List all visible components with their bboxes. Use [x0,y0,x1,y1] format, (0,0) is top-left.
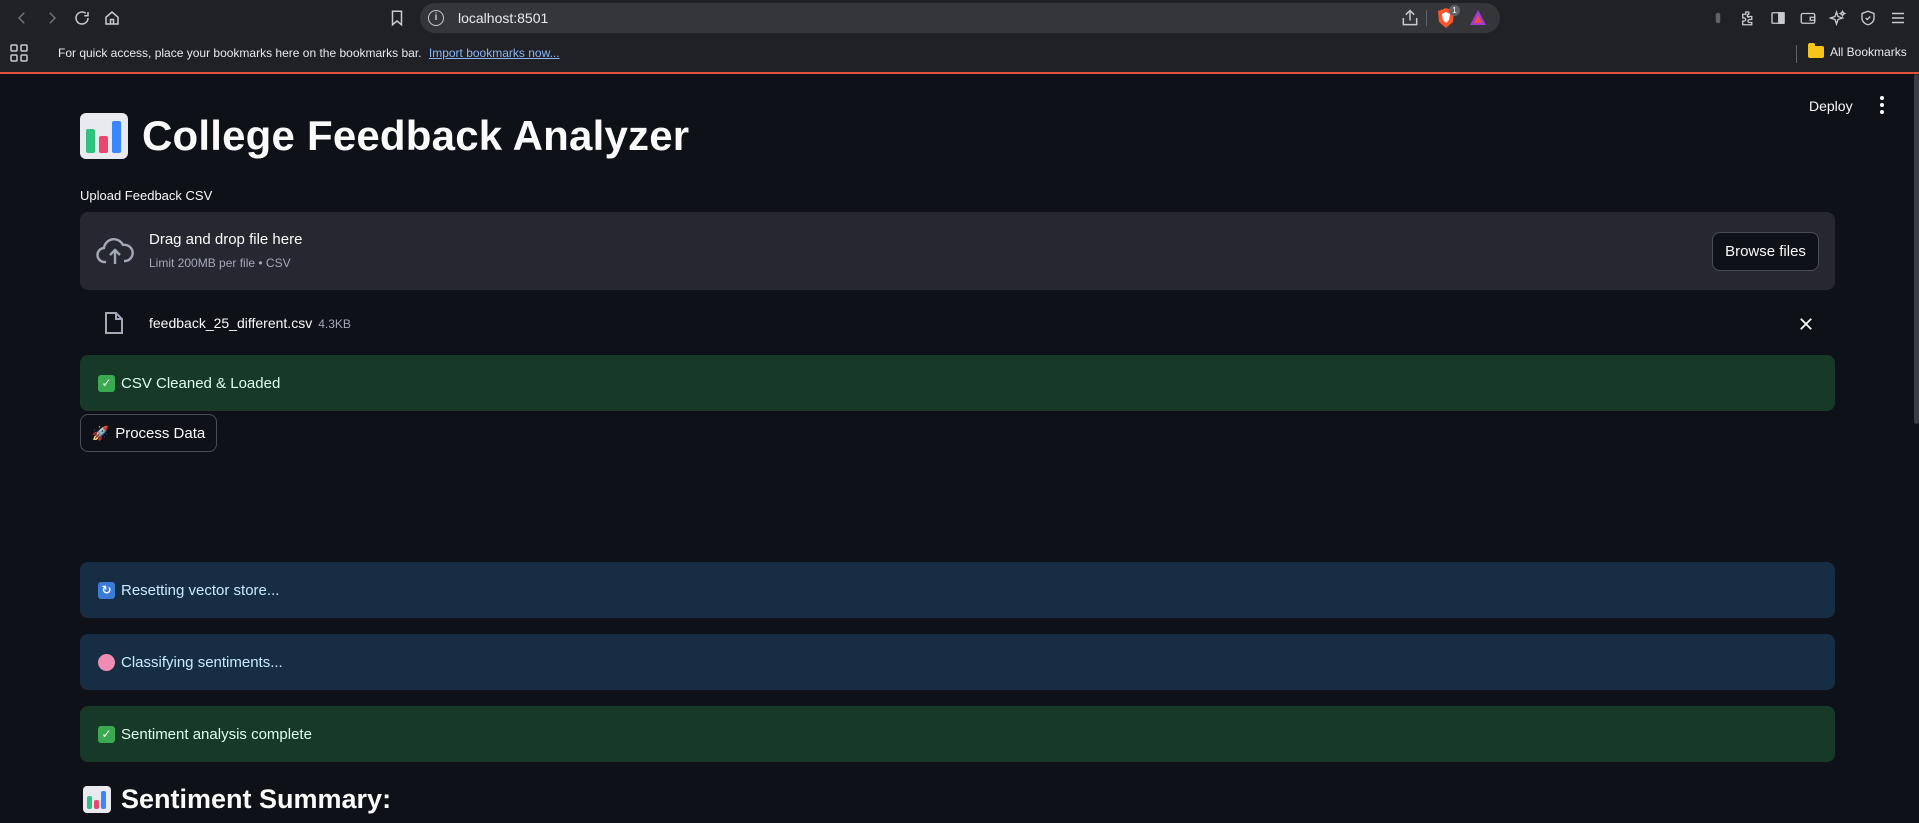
bookmarks-bar: For quick access, place your bookmarks h… [0,36,1919,74]
all-bookmarks-button[interactable]: All Bookmarks [1808,43,1907,59]
dropzone-title: Drag and drop file here [149,231,303,248]
cloud-upload-icon [96,234,134,268]
brave-rewards-icon[interactable] [1469,9,1487,27]
extensions-icon[interactable] [1736,6,1760,30]
wallet-icon[interactable] [1796,6,1820,30]
page-title-text: College Feedback Analyzer [142,112,690,159]
share-icon[interactable] [1400,8,1420,28]
browser-toolbar: i localhost:8501 1 [0,0,1919,36]
file-info: feedback_25_different.csv 4.3KB [149,315,351,331]
url-separator [1426,10,1427,26]
uploaded-file-row: feedback_25_different.csv 4.3KB [80,298,1835,350]
bookmarks-separator [1796,45,1797,63]
apps-grid-icon[interactable] [10,44,28,62]
sidebar-icon[interactable] [1766,6,1790,30]
bar-chart-emoji-icon [83,786,111,813]
app-main: Deploy College Feedback Analyzer Upload … [0,74,1919,823]
analysis-complete-text: Sentiment analysis complete [121,725,312,743]
deploy-button[interactable]: Deploy [1799,94,1863,118]
file-size: 4.3KB [318,317,351,331]
import-bookmarks-link[interactable]: Import bookmarks now... [429,46,560,60]
classifying-alert: Classifying sentiments... [80,634,1835,690]
browse-files-button[interactable]: Browse files [1712,232,1819,271]
sentiment-summary-heading: Sentiment Summary: [83,784,391,815]
dropzone-limit: Limit 200MB per file • CSV [149,256,291,270]
home-icon[interactable] [100,6,124,30]
brain-icon [98,653,115,671]
resetting-alert: ↻ Resetting vector store... [80,562,1835,618]
rocket-icon: 🚀 [91,424,110,441]
csv-loaded-alert: ✓ CSV Cleaned & Loaded [80,355,1835,411]
page-title: College Feedback Analyzer [80,112,689,160]
browser-chrome: i localhost:8501 1 For quick access, pla… [0,0,1919,74]
url-text[interactable]: localhost:8501 [458,10,548,26]
sentiment-summary-text: Sentiment Summary: [121,784,392,814]
analysis-complete-alert: ✓ Sentiment analysis complete [80,706,1835,762]
reload-icon[interactable] [70,6,94,30]
folder-icon [1808,43,1824,58]
bookmarks-hint: For quick access, place your bookmarks h… [58,46,560,60]
scrollbar-thumb[interactable] [1914,74,1919,424]
bar-chart-emoji-icon [80,113,128,159]
back-icon[interactable] [10,6,34,30]
process-data-label: Process Data [115,424,206,442]
check-mark-icon: ✓ [98,374,115,392]
resetting-text: Resetting vector store... [121,581,280,599]
file-dropzone[interactable]: Drag and drop file here Limit 200MB per … [80,212,1835,290]
file-name: feedback_25_different.csv [149,315,313,331]
vpn-shield-icon[interactable] [1856,6,1880,30]
process-data-button[interactable]: 🚀 Process Data [80,414,217,452]
csv-loaded-text: CSV Cleaned & Loaded [121,374,281,392]
check-mark-icon: ✓ [98,725,115,743]
forward-icon[interactable] [40,6,64,30]
all-bookmarks-label: All Bookmarks [1830,45,1907,59]
leo-ai-icon[interactable] [1826,6,1850,30]
bookmark-icon[interactable] [385,6,409,30]
bookmarks-message: For quick access, place your bookmarks h… [58,46,422,60]
brave-vpn-icon[interactable] [1706,6,1730,30]
classifying-text: Classifying sentiments... [121,653,283,671]
main-menu-kebab-icon[interactable] [1872,95,1892,115]
menu-icon[interactable] [1886,6,1910,30]
address-bar[interactable]: i localhost:8501 1 [420,3,1500,33]
remove-file-close-icon[interactable] [1796,314,1816,334]
file-icon [104,311,124,335]
site-info-icon[interactable]: i [428,10,444,26]
shield-count-badge: 1 [1449,5,1460,16]
upload-label: Upload Feedback CSV [80,188,213,203]
refresh-icon: ↻ [98,581,115,599]
